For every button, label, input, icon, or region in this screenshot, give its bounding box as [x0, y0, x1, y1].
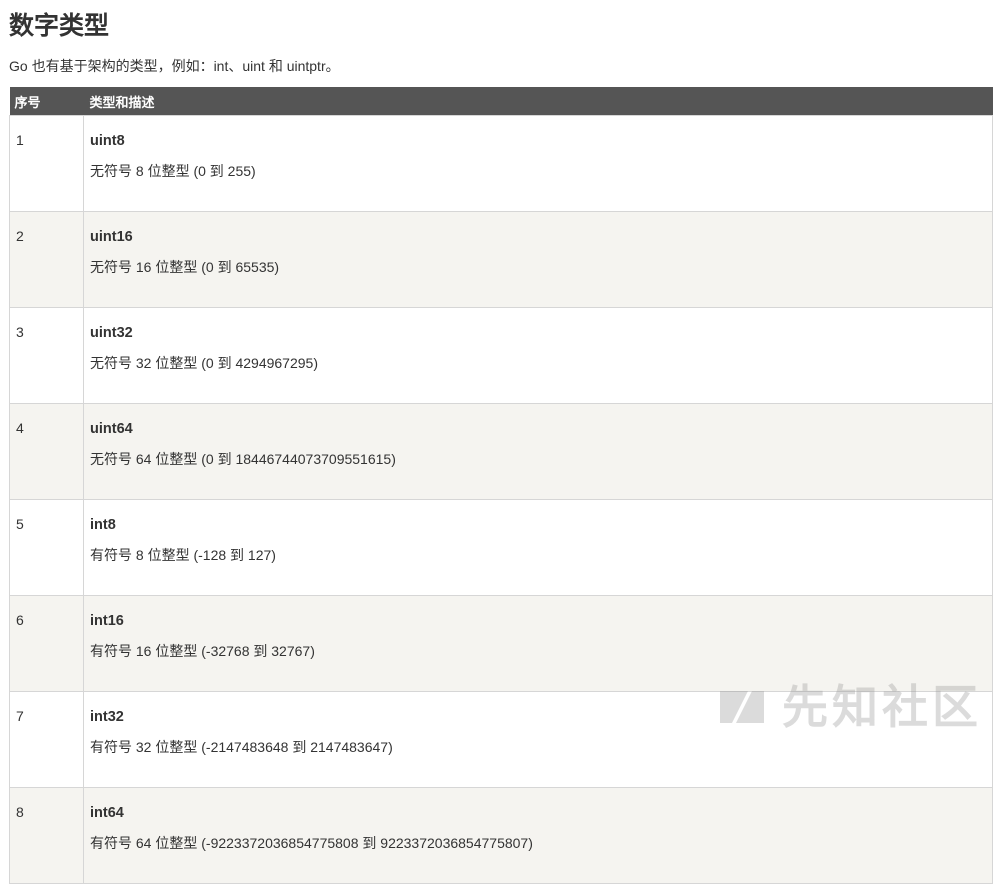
row-number: 2	[9, 211, 84, 308]
row-number: 1	[9, 115, 84, 212]
row-number: 3	[9, 307, 84, 404]
table-row: 5 int8 有符号 8 位整型 (-128 到 127)	[9, 499, 993, 596]
type-name: int64	[90, 805, 124, 821]
type-description: 有符号 64 位整型 (-9223372036854775808 到 92233…	[90, 835, 533, 851]
type-description: 无符号 16 位整型 (0 到 65535)	[90, 259, 280, 275]
row-content: int64 有符号 64 位整型 (-9223372036854775808 到…	[83, 787, 993, 884]
row-number: 7	[9, 691, 84, 788]
intro-text: Go 也有基于架构的类型，例如：int、uint 和 uintptr。	[9, 58, 340, 74]
type-description: 无符号 64 位整型 (0 到 18446744073709551615)	[90, 451, 396, 467]
table-row: 6 int16 有符号 16 位整型 (-32768 到 32767)	[9, 595, 993, 692]
row-number: 8	[9, 787, 84, 884]
row-content: int32 有符号 32 位整型 (-2147483648 到 21474836…	[83, 691, 993, 788]
row-content: int8 有符号 8 位整型 (-128 到 127)	[83, 499, 993, 596]
header-description: 类型和描述	[83, 87, 993, 116]
table-row: 8 int64 有符号 64 位整型 (-9223372036854775808…	[9, 787, 993, 884]
row-content: uint16 无符号 16 位整型 (0 到 65535)	[83, 211, 993, 308]
table-row: 4 uint64 无符号 64 位整型 (0 到 184467440737095…	[9, 403, 993, 500]
numeric-types-table: 序号 类型和描述 1 uint8 无符号 8 位整型 (0 到 255) 2 u…	[9, 87, 993, 884]
type-description: 有符号 32 位整型 (-2147483648 到 2147483647)	[90, 739, 393, 755]
row-number: 5	[9, 499, 84, 596]
table-row: 2 uint16 无符号 16 位整型 (0 到 65535)	[9, 211, 993, 308]
type-description: 无符号 32 位整型 (0 到 4294967295)	[90, 355, 318, 371]
type-description: 有符号 8 位整型 (-128 到 127)	[90, 547, 276, 563]
table-row: 1 uint8 无符号 8 位整型 (0 到 255)	[9, 115, 993, 212]
page-title: 数字类型	[9, 11, 110, 40]
row-content: int16 有符号 16 位整型 (-32768 到 32767)	[83, 595, 993, 692]
type-description: 有符号 16 位整型 (-32768 到 32767)	[90, 643, 315, 659]
row-content: uint8 无符号 8 位整型 (0 到 255)	[83, 115, 993, 212]
type-name: uint64	[90, 421, 133, 437]
table-header: 序号 类型和描述	[9, 87, 993, 116]
row-number: 4	[9, 403, 84, 500]
row-content: uint32 无符号 32 位整型 (0 到 4294967295)	[83, 307, 993, 404]
type-name: int8	[90, 517, 116, 533]
table-header-row: 序号 类型和描述	[9, 87, 993, 116]
row-content: uint64 无符号 64 位整型 (0 到 18446744073709551…	[83, 403, 993, 500]
row-number: 6	[9, 595, 84, 692]
table-row: 7 int32 有符号 32 位整型 (-2147483648 到 214748…	[9, 691, 993, 788]
type-name: int32	[90, 709, 124, 725]
type-name: uint16	[90, 229, 133, 245]
header-number: 序号	[9, 87, 84, 116]
type-description: 无符号 8 位整型 (0 到 255)	[90, 163, 256, 179]
table-row: 3 uint32 无符号 32 位整型 (0 到 4294967295)	[9, 307, 993, 404]
type-name: uint32	[90, 325, 133, 341]
type-name: uint8	[90, 133, 125, 149]
type-name: int16	[90, 613, 124, 629]
